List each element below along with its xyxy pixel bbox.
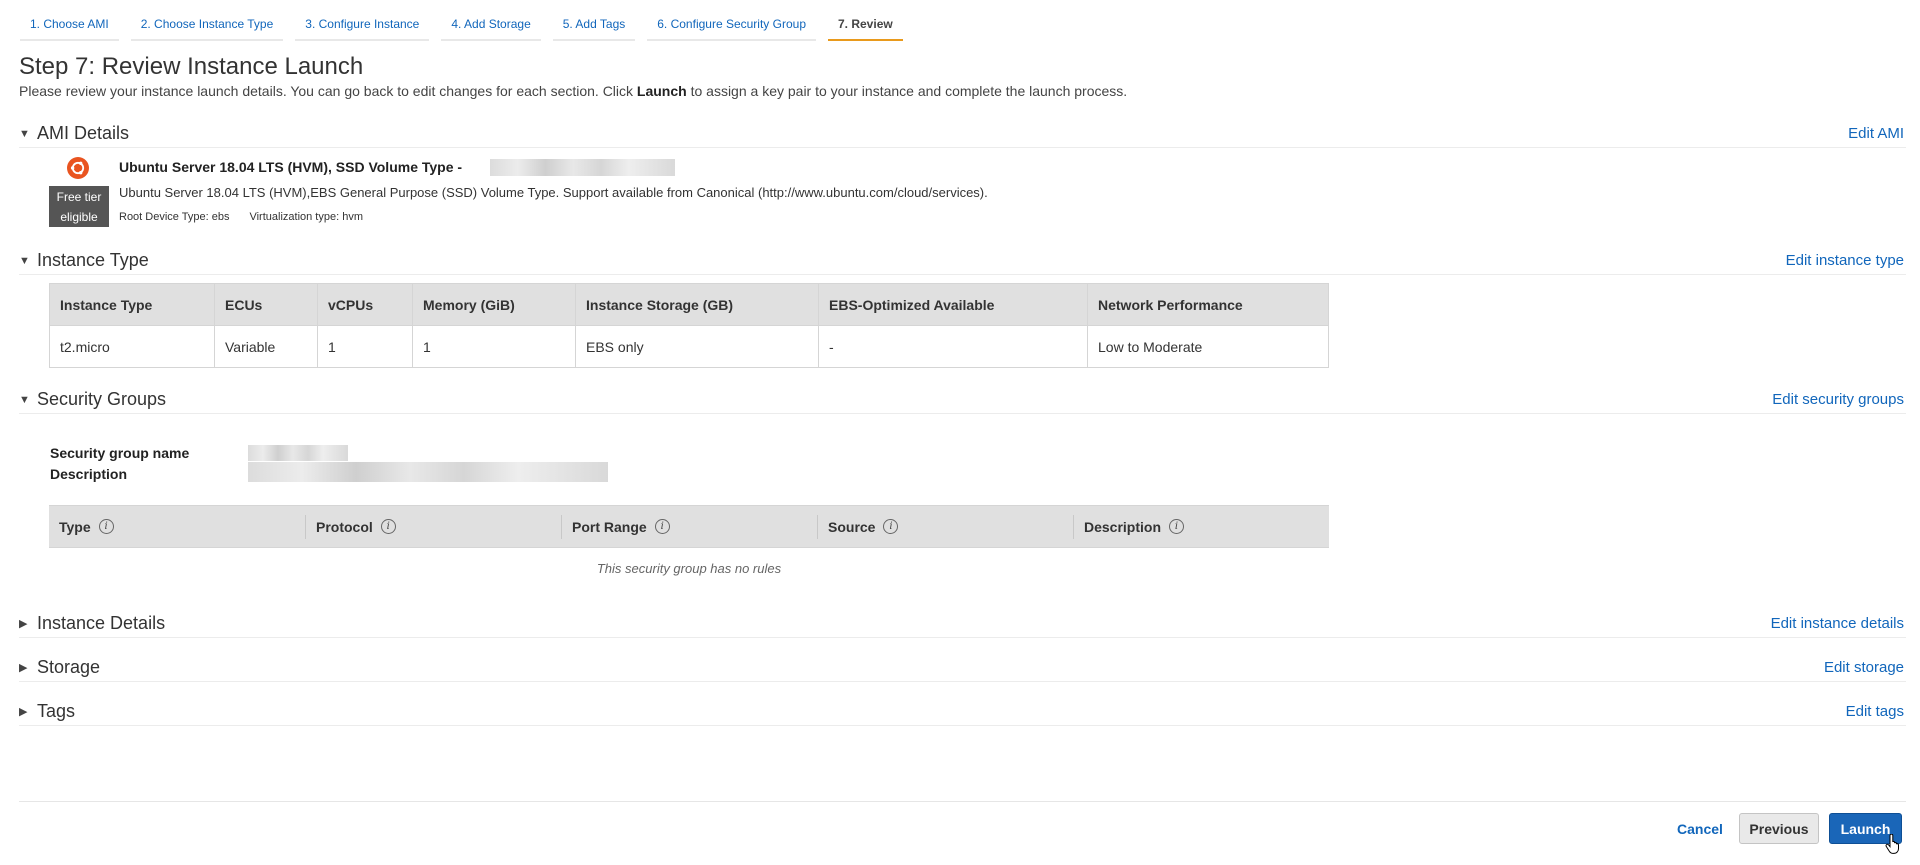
table-cell: Variable [214,325,318,368]
caret-right-icon[interactable]: ▶ [19,661,37,674]
column-header-label: Protocol [316,518,373,535]
column-header: vCPUs [317,283,413,326]
security-group-name-redacted [248,445,348,461]
section-title-storage: Storage [37,657,101,677]
caret-down-icon[interactable]: ▼ [19,128,37,140]
section-title-security-groups: Security Groups [37,389,167,409]
column-header-port-range: Port Range i [561,505,817,548]
column-header-label: Source [828,518,876,535]
instance-type-table: Instance Type ECUs vCPUs Memory (GiB) In… [49,283,1329,368]
hand-cursor-icon [1885,833,1901,857]
section-header-instance-type[interactable]: ▼ Instance Type Edit instance type [19,247,1906,275]
wizard-step-configure-security-group[interactable]: 6. Configure Security Group [647,14,816,41]
column-header-label: Description [1084,518,1162,535]
security-group-description-redacted [248,462,608,482]
info-icon[interactable]: i [380,519,396,534]
wizard-step-add-storage[interactable]: 4. Add Storage [441,14,541,41]
page-title: Step 7: Review Instance Launch [19,53,364,80]
table-cell: 1 [412,325,576,368]
column-header: EBS-Optimized Available [818,283,1088,326]
table-cell: EBS only [575,325,819,368]
column-header: ECUs [214,283,318,326]
caret-down-icon[interactable]: ▼ [19,255,37,267]
column-header: Memory (GiB) [412,283,576,326]
caret-down-icon[interactable]: ▼ [19,394,37,406]
security-group-name-label: Security group name [50,445,190,461]
info-icon[interactable]: i [1169,519,1185,534]
intro-text-end: to assign a key pair to your instance an… [686,83,1128,99]
wizard-step-add-tags[interactable]: 5. Add Tags [552,14,636,41]
section-title-tags: Tags [37,701,76,721]
table-cell: Low to Moderate [1087,325,1329,368]
wizard-step-choose-instance-type[interactable]: 2. Choose Instance Type [130,14,284,41]
table-cell: 1 [317,325,413,368]
table-cell: - [818,325,1088,368]
ami-name: Ubuntu Server 18.04 LTS (HVM), SSD Volum… [119,159,463,175]
column-header-label: Port Range [572,518,647,535]
column-header-source: Source i [817,505,1073,548]
edit-security-groups-link[interactable]: Edit security groups [1772,391,1906,408]
section-title-instance-details: Instance Details [37,613,166,633]
ami-root-device-type: Root Device Type: ebs [119,211,230,223]
page-intro: Please review your instance launch detai… [19,83,1127,99]
edit-instance-type-link[interactable]: Edit instance type [1786,252,1906,269]
ami-description: Ubuntu Server 18.04 LTS (HVM),EBS Genera… [119,185,988,200]
wizard-step-review[interactable]: 7. Review [828,14,903,41]
footer-divider [19,801,1906,802]
table-row: t2.micro Variable 1 1 EBS only - Low to … [49,325,1329,368]
table-header-row: Instance Type ECUs vCPUs Memory (GiB) In… [49,283,1329,326]
security-group-rules-table: Type i Protocol i Port Range i Source i Desc… [49,505,1329,577]
cancel-button[interactable]: Cancel [1668,813,1732,844]
edit-instance-details-link[interactable]: Edit instance details [1771,615,1906,632]
ami-meta: Root Device Type: ebs Virtualization type… [119,211,363,223]
info-icon[interactable]: i [883,519,899,534]
column-header: Instance Type [49,283,215,326]
section-header-tags[interactable]: ▶ Tags Edit tags [19,698,1906,726]
edit-tags-link[interactable]: Edit tags [1846,703,1906,720]
intro-text-start: Please review your instance launch detai… [19,83,637,99]
free-tier-badge: Free tier eligible [49,186,109,227]
edit-storage-link[interactable]: Edit storage [1824,659,1906,676]
wizard-steps: 1. Choose AMI 2. Choose Instance Type 3.… [20,14,915,41]
table-row: This security group has no rules [49,548,1329,578]
no-rules-message: This security group has no rules [596,561,782,576]
section-header-ami-details[interactable]: ▼ AMI Details Edit AMI [19,120,1906,148]
section-title-ami-details: AMI Details [37,123,130,143]
table-cell: t2.micro [49,325,215,368]
section-header-storage[interactable]: ▶ Storage Edit storage [19,654,1906,682]
security-group-labels: Security group name Description [50,443,189,485]
ami-id-redacted [490,159,675,176]
ami-virtualization-type: Virtualization type: hvm [249,211,363,223]
column-header-protocol: Protocol i [305,505,561,548]
table-header-row: Type i Protocol i Port Range i Source i Desc… [49,505,1329,548]
column-header-type: Type i [49,505,305,548]
info-icon[interactable]: i [654,519,670,534]
wizard-step-configure-instance[interactable]: 3. Configure Instance [295,14,430,41]
section-header-instance-details[interactable]: ▶ Instance Details Edit instance details [19,610,1906,638]
wizard-step-choose-ami[interactable]: 1. Choose AMI [20,14,119,41]
column-header-label: Type [59,518,91,535]
free-tier-line-2: eligible [60,210,98,224]
caret-right-icon[interactable]: ▶ [19,705,37,718]
column-header: Network Performance [1087,283,1329,326]
security-group-description-label: Description [50,466,128,482]
previous-button[interactable]: Previous [1739,813,1819,844]
free-tier-line-1: Free tier [56,190,102,204]
edit-ami-link[interactable]: Edit AMI [1848,125,1906,142]
column-header-description: Description i [1073,505,1329,548]
caret-right-icon[interactable]: ▶ [19,617,37,630]
info-icon[interactable]: i [98,519,114,534]
section-title-instance-type: Instance Type [37,250,149,270]
section-header-security-groups[interactable]: ▼ Security Groups Edit security groups [19,386,1906,414]
column-header: Instance Storage (GB) [575,283,819,326]
ubuntu-icon [67,157,89,179]
intro-launch-word: Launch [636,83,687,99]
